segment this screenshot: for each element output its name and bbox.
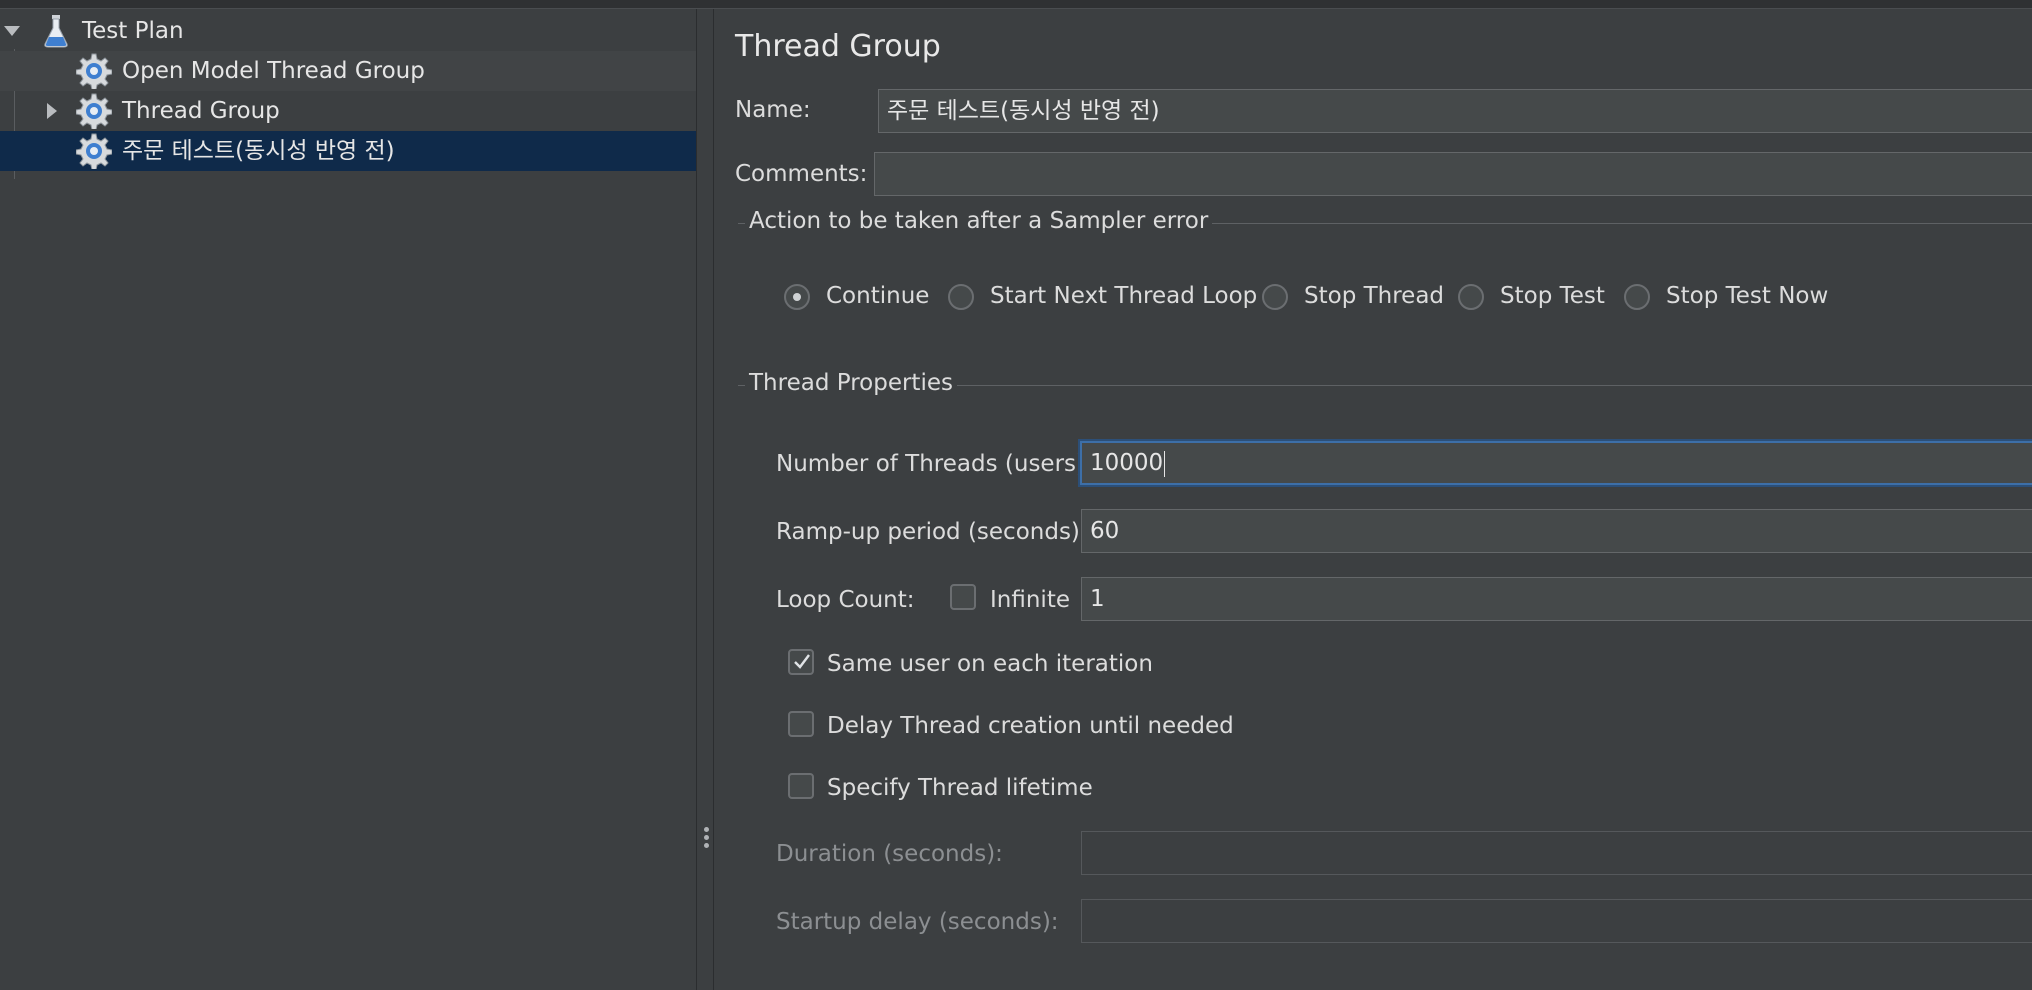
continue-radio[interactable] xyxy=(784,284,810,310)
startup-delay-label: Startup delay (seconds): xyxy=(776,909,1059,935)
tree-item-order-test[interactable]: 주문 테스트(동시성 반영 전) xyxy=(0,131,696,171)
specify-lifetime-checkbox[interactable] xyxy=(788,773,814,799)
tree-item-thread-group[interactable]: Thread Group xyxy=(0,91,696,131)
duration-input[interactable] xyxy=(1081,831,2032,875)
name-field[interactable]: 주문 테스트(동시성 반영 전) xyxy=(878,89,2032,133)
gear-icon xyxy=(76,133,112,169)
loop-count-label: Loop Count: xyxy=(776,587,915,613)
threads-value: 10000 xyxy=(1090,450,1164,476)
stop-test-label[interactable]: Stop Test xyxy=(1500,283,1605,309)
chevron-down-icon[interactable] xyxy=(4,26,20,36)
stop-test-now-label[interactable]: Stop Test Now xyxy=(1666,283,1828,309)
chevron-right-icon[interactable] xyxy=(47,103,57,119)
grip-dot xyxy=(704,827,709,832)
delay-thread-creation-label[interactable]: Delay Thread creation until needed xyxy=(827,713,1234,739)
panel-title: Thread Group xyxy=(735,29,941,64)
comments-field[interactable] xyxy=(874,152,2032,196)
gear-icon xyxy=(76,53,112,89)
loop-count-input[interactable]: 1 xyxy=(1081,577,2032,621)
same-user-checkbox[interactable] xyxy=(788,649,814,675)
stop-test-radio[interactable] xyxy=(1458,284,1484,310)
infinite-checkbox[interactable] xyxy=(950,584,976,610)
gear-icon xyxy=(76,93,112,129)
comments-label: Comments: xyxy=(735,161,868,187)
stop-thread-label[interactable]: Stop Thread xyxy=(1304,283,1444,309)
tree-item-label: Open Model Thread Group xyxy=(122,58,425,84)
tree-item-test-plan[interactable]: Test Plan xyxy=(0,11,696,51)
continue-label[interactable]: Continue xyxy=(826,283,929,309)
tree-item-open-model-thread-group[interactable]: Open Model Thread Group xyxy=(0,51,696,91)
start-next-thread-loop-label[interactable]: Start Next Thread Loop xyxy=(990,283,1257,309)
thread-properties-section-title: Thread Properties xyxy=(745,370,957,396)
pane-splitter[interactable] xyxy=(696,9,714,990)
delay-thread-creation-checkbox[interactable] xyxy=(788,711,814,737)
threads-input[interactable]: 10000 xyxy=(1080,441,2032,485)
specify-lifetime-label[interactable]: Specify Thread lifetime xyxy=(827,775,1093,801)
threads-label: Number of Threads (users): xyxy=(776,451,1093,477)
tree-item-label: Test Plan xyxy=(82,18,184,44)
flask-icon xyxy=(44,15,68,48)
startup-delay-input[interactable] xyxy=(1081,899,2032,943)
top-border xyxy=(0,0,2032,9)
start-next-thread-loop-radio[interactable] xyxy=(948,284,974,310)
radio-selected-dot xyxy=(793,293,801,301)
stop-thread-radio[interactable] xyxy=(1262,284,1288,310)
sampler-error-section-title: Action to be taken after a Sampler error xyxy=(745,208,1213,234)
rampup-input[interactable]: 60 xyxy=(1081,509,2032,553)
checkmark-icon xyxy=(794,654,810,669)
stop-test-now-radio[interactable] xyxy=(1624,284,1650,310)
infinite-label[interactable]: Infinite xyxy=(990,587,1070,613)
thread-group-panel: Thread Group Name: 주문 테스트(동시성 반영 전) Comm… xyxy=(714,9,2032,990)
test-plan-tree: Test Plan Open Model Thread Group Thread… xyxy=(0,9,696,990)
text-caret xyxy=(1164,450,1166,477)
same-user-label[interactable]: Same user on each iteration xyxy=(827,651,1153,677)
tree-item-label: 주문 테스트(동시성 반영 전) xyxy=(122,138,395,164)
rampup-label: Ramp-up period (seconds): xyxy=(776,519,1088,545)
tree-item-label: Thread Group xyxy=(122,98,280,124)
duration-label: Duration (seconds): xyxy=(776,841,1003,867)
name-label: Name: xyxy=(735,97,811,123)
grip-dot xyxy=(704,835,709,840)
grip-dot xyxy=(704,843,709,848)
